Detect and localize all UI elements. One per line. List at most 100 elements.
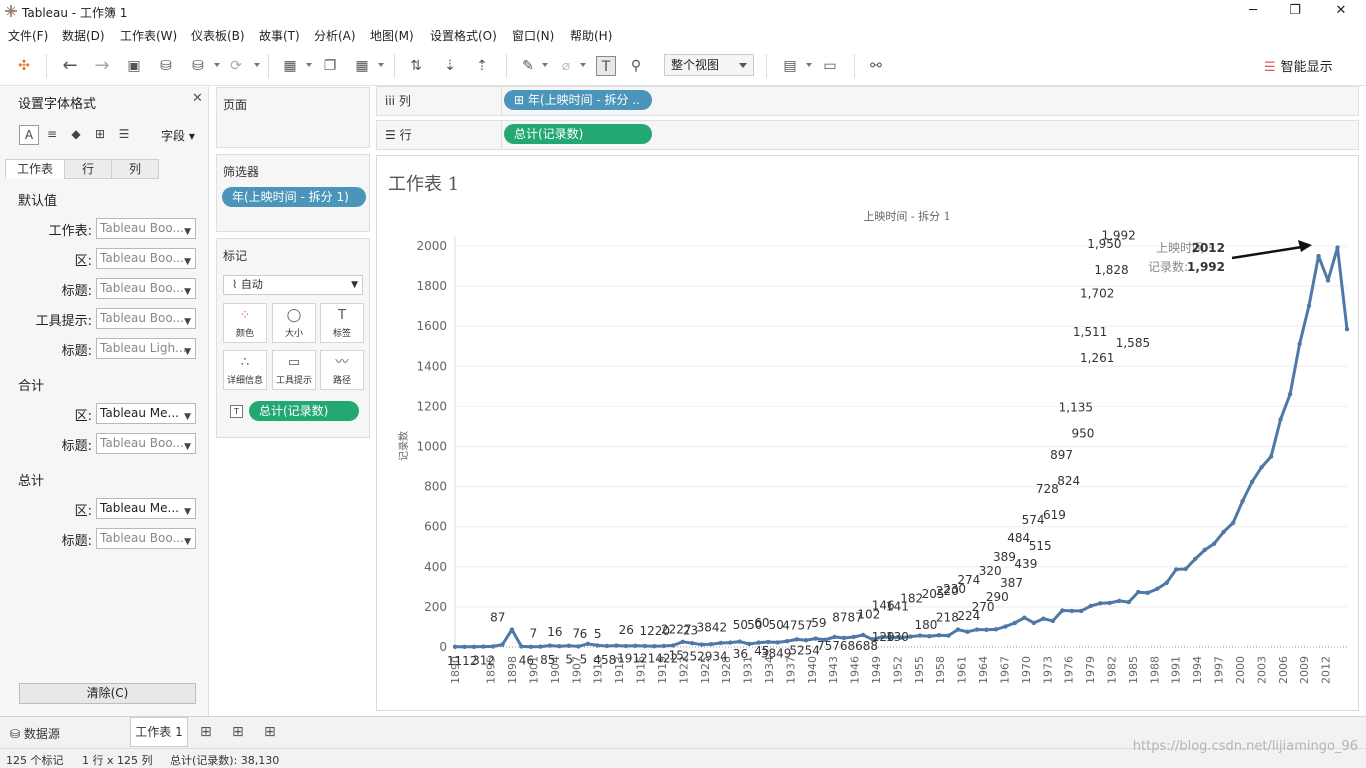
sort-ascending-icon[interactable]: ⇣ [440,56,460,76]
close-window-button[interactable]: ✕ [1318,0,1364,24]
x-tick-label: 1967 [998,656,1011,684]
menu-story[interactable]: 故事(T) [259,27,300,44]
tab-columns[interactable]: 列 [111,159,159,179]
fix-axes-icon[interactable]: ⚲ [626,56,646,76]
refresh-icon[interactable]: ⟳ [226,56,246,76]
new-dashboard-tab-icon[interactable]: ⊞ [232,724,244,740]
title-bar: Tableau - 工作簿 1 ─ ❐ ✕ [0,0,1366,24]
section-default: 默认值 [18,194,58,209]
data-point [1031,620,1037,626]
data-point [1107,600,1112,606]
x-tick-label: 1952 [891,656,904,684]
menu-map[interactable]: 地图(M) [370,27,414,44]
data-point [519,644,524,649]
tab-rows[interactable]: 行 [64,159,112,179]
fit-select[interactable]: 整个视图 [664,54,754,76]
menu-analysis[interactable]: 分析(A) [314,27,356,44]
worksheet-font-select[interactable]: Tableau Boo... ▼ [96,218,196,239]
data-point [1079,608,1084,614]
x-tick-label: 1988 [1148,656,1161,684]
undo-icon[interactable]: ← [60,56,80,76]
data-point [576,644,581,649]
sheet-tab[interactable]: 工作表 1 [130,717,188,747]
totals-header-font-select[interactable]: Tableau Boo... ▼ [96,433,196,454]
restore-button[interactable]: ❐ [1272,0,1318,24]
alignment-icon[interactable]: ≡ [42,125,62,145]
menu-help[interactable]: 帮助(H) [570,27,612,44]
marks-measure-pill[interactable]: 总计(记录数) [249,401,359,421]
duplicate-sheet-icon[interactable]: ❐ [320,56,340,76]
annotation-arrowhead [1298,240,1312,252]
detail-icon: ∴ [240,355,250,370]
font-icon[interactable]: A [19,125,39,145]
filter-pill[interactable]: 年(上映时间 - 拆分 1) [222,187,366,207]
field-label: 工作表: [48,224,92,239]
label-button[interactable]: T 标签 [320,303,364,343]
data-point [955,627,961,632]
field-label: 区: [74,504,92,519]
totals-pane-font-select[interactable]: Tableau Me... ▼ [96,403,196,424]
borders-icon[interactable]: ⊞ [90,125,110,145]
grand-pane-font-select[interactable]: Tableau Me... ▼ [96,498,196,519]
tab-worksheet[interactable]: 工作表 [5,159,65,179]
data-point [1022,615,1027,620]
data-label: 1,702 [1080,287,1114,301]
new-worksheet-tab-icon[interactable]: ⊞ [200,724,212,740]
show-labels-icon[interactable]: T [596,56,616,76]
group-icon[interactable]: ⌀ [556,56,576,76]
show-me-button[interactable]: ☰ 智能显示 [1264,56,1333,75]
show-cards-icon[interactable]: ▤ [780,56,800,76]
columns-icon: iii [385,94,396,108]
menu-dashboard[interactable]: 仪表板(B) [191,27,245,44]
datasource-tab[interactable]: ⛁ 数据源 [10,725,60,742]
y-axis-label: 记录数 [397,431,410,461]
path-button[interactable]: 〰路径 [320,350,364,390]
pages-title: 页面 [223,98,248,112]
size-button[interactable]: ◯ 大小 [272,303,316,343]
new-worksheet-icon[interactable]: ▦ [280,56,300,76]
columns-pill[interactable]: ⊞ 年(上映时间 - 拆分 .. [504,90,652,110]
lines-icon[interactable]: ☰ [114,125,134,145]
save-icon[interactable]: ▣ [124,56,144,76]
minimize-button[interactable]: ─ [1230,0,1276,24]
clear-sheet-icon[interactable]: ▦ [352,56,372,76]
menu-worksheet[interactable]: 工作表(W) [120,27,177,44]
grand-header-font-select[interactable]: Tableau Boo... ▼ [96,528,196,549]
pane-font-select[interactable]: Tableau Boo... ▼ [96,248,196,269]
tooltip-button[interactable]: ▭ 工具提示 [272,350,316,390]
swap-rows-columns-icon[interactable]: ⇅ [406,56,426,76]
detail-button[interactable]: ∴ 详细信息 [223,350,267,390]
mark-type-select[interactable]: ⌇ 自动 ▼ [223,275,363,295]
shading-icon[interactable]: ◆ [66,125,86,145]
sort-descending-icon[interactable]: ⇡ [472,56,492,76]
new-story-tab-icon[interactable]: ⊞ [264,724,276,740]
title-font-select[interactable]: Tableau Ligh... ▼ [96,338,196,359]
data-point [633,643,638,648]
share-icon[interactable]: ⚯ [866,56,886,76]
tableau-start-icon[interactable]: ✣ [14,56,34,76]
redo-icon[interactable]: → [92,56,112,76]
menu-bar: 文件(F) 数据(D) 工作表(W) 仪表板(B) 故事(T) 分析(A) 地图… [0,24,1366,46]
field-dropdown[interactable]: 字段 ▾ [161,127,195,144]
annotation-value: 1,992 [1187,260,1225,274]
header-font-select[interactable]: Tableau Boo... ▼ [96,278,196,299]
pages-card[interactable]: 页面 [216,87,370,148]
clear-button[interactable]: 清除(C) [19,683,196,704]
rows-pill[interactable]: 总计(记录数) [504,124,652,144]
tooltip-font-select[interactable]: Tableau Boo... ▼ [96,308,196,329]
menu-window[interactable]: 窗口(N) [512,27,554,44]
menu-data[interactable]: 数据(D) [62,27,105,44]
new-datasource-icon[interactable]: ⛁ [156,56,176,76]
color-button[interactable]: ⁘ 颜色 [223,303,267,343]
data-point [1060,608,1065,613]
line-chart[interactable]: 上映时间 - 拆分 1 0 200 400 600 800 1000 1200 1400 1600… [377,156,1358,710]
close-pane-icon[interactable]: ✕ [192,91,203,106]
pause-updates-icon[interactable]: ⛁ [188,56,208,76]
presentation-mode-icon[interactable]: ▭ [820,56,840,76]
annotation-arrow-line [1231,245,1303,260]
data-point [1155,586,1160,592]
menu-file[interactable]: 文件(F) [8,27,48,44]
x-tick-label: 2009 [1298,656,1311,684]
highlight-icon[interactable]: ✎ [518,56,538,76]
menu-format[interactable]: 设置格式(O) [430,27,497,44]
